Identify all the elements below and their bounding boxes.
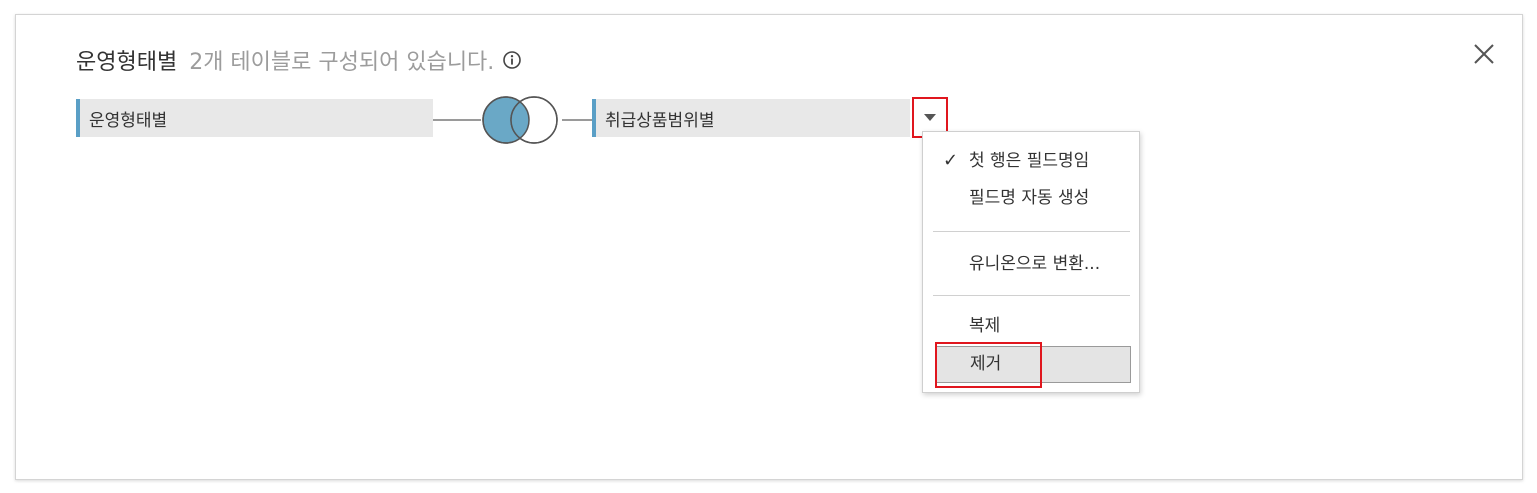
table-count-subtitle: 2개 테이블로 구성되어 있습니다. xyxy=(189,50,495,75)
inner-join-venn-icon[interactable] xyxy=(478,94,562,146)
join-connector-right xyxy=(562,119,592,121)
menu-item-generate-field-names[interactable]: 필드명 자동 생성 xyxy=(923,182,1139,214)
join-connector-left xyxy=(433,119,481,121)
close-icon[interactable] xyxy=(1470,40,1498,68)
menu-item-convert-to-union[interactable]: 유니온으로 변환... xyxy=(923,248,1139,280)
check-icon: ✓ xyxy=(943,150,959,171)
menu-item-label: 필드명 자동 생성 xyxy=(969,188,1090,208)
left-table-label: 운영형태별 xyxy=(89,110,168,131)
menu-item-label: 복제 xyxy=(969,316,1001,336)
table-options-menu: ✓ 첫 행은 필드명임 필드명 자동 생성 유니온으로 변환... 복제 제거 xyxy=(922,131,1140,393)
join-dialog-panel xyxy=(15,14,1523,480)
dialog-header: 운영형태별 2개 테이블로 구성되어 있습니다. xyxy=(76,44,522,76)
menu-item-label: 제거 xyxy=(970,354,1002,374)
menu-divider xyxy=(933,295,1130,296)
menu-divider xyxy=(933,231,1130,232)
menu-item-first-row-field-names[interactable]: ✓ 첫 행은 필드명임 xyxy=(923,145,1139,177)
right-table-pill[interactable]: 취급상품범위별 xyxy=(592,99,910,137)
menu-item-label: 유니온으로 변환... xyxy=(969,254,1101,274)
chevron-down-icon xyxy=(924,114,936,121)
right-table-label: 취급상품범위별 xyxy=(605,110,715,131)
menu-item-remove[interactable]: 제거 xyxy=(935,346,1131,383)
left-table-pill[interactable]: 운영형태별 xyxy=(76,99,433,137)
info-circle-icon[interactable] xyxy=(502,50,522,70)
menu-item-duplicate[interactable]: 복제 xyxy=(923,310,1139,342)
menu-item-label: 첫 행은 필드명임 xyxy=(969,151,1090,171)
page-title: 운영형태별 xyxy=(76,50,178,75)
